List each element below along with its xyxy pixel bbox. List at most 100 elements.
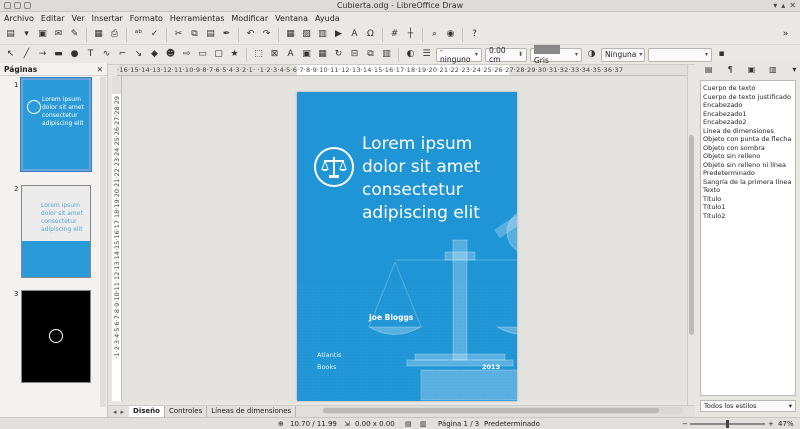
rotate-icon[interactable]: ↻ — [332, 48, 345, 61]
maximize-icon[interactable]: ▴ — [781, 1, 785, 10]
arrange-icon[interactable]: ⧉ — [364, 48, 377, 61]
style-item[interactable]: Objeto sin relleno — [703, 152, 793, 161]
area-fill-dropdown[interactable]: ▾ — [648, 47, 712, 62]
style-item[interactable]: Título — [703, 195, 793, 204]
spellcheck-icon[interactable]: ᵃᵇ — [132, 28, 145, 41]
style-item[interactable]: Objeto con punta de flecha — [703, 135, 793, 144]
fontwork-icon[interactable]: Ω — [364, 28, 377, 41]
page-thumbnail-3[interactable] — [21, 290, 91, 383]
area-icon[interactable]: ◑ — [585, 48, 598, 61]
menu-editar[interactable]: Editar — [41, 14, 65, 23]
styles-filter-dropdown[interactable]: Todos los estilos ▾ — [700, 400, 796, 412]
basic-shapes-icon[interactable]: ◆ — [148, 48, 161, 61]
style-item[interactable]: Objeto sin relleno ni línea — [703, 161, 793, 170]
style-item[interactable]: Cuerpo de texto justificado — [703, 93, 793, 102]
callouts-icon[interactable]: ▢ — [212, 48, 225, 61]
new-icon[interactable]: ▤ — [4, 28, 17, 41]
style-item[interactable]: Sangría de la primera línea — [703, 178, 793, 187]
glue-icon[interactable]: ⊠ — [268, 48, 281, 61]
undo-icon[interactable]: ↶ — [244, 28, 257, 41]
zoom-slider[interactable] — [690, 420, 765, 428]
zoom-icon[interactable]: ⌕ — [428, 28, 441, 41]
page-thumbnail-2[interactable]: Lorem ipsum dolor sit amet consectetur a… — [21, 185, 91, 278]
autospell-icon[interactable]: ✓ — [148, 28, 161, 41]
open-icon[interactable]: ▾ — [20, 28, 33, 41]
horizontal-scrollbar[interactable] — [322, 407, 682, 414]
cover-page[interactable]: Lorem ipsum dolor sit amet consectetur a… — [297, 92, 517, 401]
from-file-icon[interactable]: ▣ — [300, 48, 313, 61]
style-item[interactable]: Cuerpo de texto — [703, 84, 793, 93]
new-style-icon[interactable]: ▣ — [746, 64, 757, 77]
style-item[interactable]: Texto — [703, 186, 793, 195]
copy-icon[interactable]: ⧉ — [188, 28, 201, 41]
align-icon[interactable]: ⊟ — [348, 48, 361, 61]
paste-icon[interactable]: ▤ — [204, 28, 217, 41]
page-thumbnail-1[interactable]: Lorem ipsum dolor sit amet consectetur a… — [20, 77, 92, 172]
close-pane-icon[interactable]: ✕ — [97, 65, 103, 74]
menu-ayuda[interactable]: Ayuda — [315, 14, 340, 23]
zoom-in-icon[interactable]: + — [768, 420, 774, 428]
style-item[interactable]: Objeto con sombra — [703, 144, 793, 153]
gallery-icon[interactable]: ▦ — [316, 48, 329, 61]
style-item[interactable]: Encabezado2 — [703, 118, 793, 127]
print-icon[interactable]: ⎙ — [108, 28, 121, 41]
line-style-icon[interactable]: ☰ — [420, 48, 433, 61]
text-icon[interactable]: A — [348, 28, 361, 41]
line-style-dropdown[interactable]: - ninguno ▾ — [436, 46, 482, 64]
minimize-icon[interactable]: ▾ — [773, 1, 777, 10]
cover-publisher-line1[interactable]: Atlantis — [317, 351, 342, 359]
symbol-shapes-icon[interactable]: ☻ — [164, 48, 177, 61]
image-icon[interactable]: ▨ — [300, 28, 313, 41]
tab-diseno[interactable]: Diseño — [129, 406, 165, 417]
cover-year[interactable]: 2013 — [482, 363, 500, 371]
style-item[interactable]: Título2 — [703, 212, 793, 221]
connector-icon[interactable]: ⌐ — [116, 48, 129, 61]
table-icon[interactable]: ▦ — [284, 28, 297, 41]
style-item[interactable]: Encabezado — [703, 101, 793, 110]
shadow-icon[interactable]: ◐ — [404, 48, 417, 61]
grid-icon[interactable]: # — [388, 28, 401, 41]
helplines-icon[interactable]: ┼ — [404, 28, 417, 41]
menu-formato[interactable]: Formato — [130, 14, 163, 23]
fontwork-gallery-icon[interactable]: A — [284, 48, 297, 61]
style-item[interactable]: Título1 — [703, 203, 793, 212]
block-arrows-icon[interactable]: ⇨ — [180, 48, 193, 61]
last-tab-icon[interactable]: ▸ — [121, 408, 125, 416]
select-icon[interactable]: ↖ — [4, 48, 17, 61]
rectangle-icon[interactable]: ▬ — [52, 48, 65, 61]
tab-controles[interactable]: Controles — [165, 406, 208, 417]
export-pdf-icon[interactable]: ▦ — [92, 28, 105, 41]
status-zoom[interactable]: 47% — [778, 420, 794, 428]
pages-scrollbar[interactable] — [100, 77, 106, 407]
ellipse-icon[interactable]: ● — [68, 48, 81, 61]
cover-author[interactable]: Joe Bloggs — [369, 313, 413, 322]
edit-icon[interactable]: ✎ — [68, 28, 81, 41]
extrusion-icon[interactable]: ▥ — [380, 48, 393, 61]
movie-icon[interactable]: ▶ — [332, 28, 345, 41]
cover-publisher-line2[interactable]: Books — [317, 363, 337, 371]
cover-title[interactable]: Lorem ipsum dolor sit amet consectetur a… — [362, 133, 512, 225]
menu-herramientas[interactable]: Herramientas — [170, 14, 225, 23]
zoom-out-icon[interactable]: − — [682, 420, 688, 428]
styles-icon[interactable]: ¶ — [724, 64, 735, 77]
stars-icon[interactable]: ★ — [228, 48, 241, 61]
area-style-dropdown[interactable]: Ninguna ▾ — [601, 47, 645, 62]
menu-archivo[interactable]: Archivo — [4, 14, 34, 23]
flowchart-icon[interactable]: ▭ — [196, 48, 209, 61]
style-item[interactable]: Encabezado1 — [703, 110, 793, 119]
line-width-field[interactable]: 0.00 cm ⬍ — [485, 46, 527, 64]
style-item[interactable]: Predeterminado — [703, 169, 793, 178]
navigator-icon[interactable]: ◉ — [444, 28, 457, 41]
toolbar-end-icon[interactable]: » — [779, 28, 792, 41]
vertical-ruler[interactable]: ·1·2·3·4·5·6·7·8·9·10·11·12·13·14·15·16·… — [112, 76, 122, 401]
style-actions-icon[interactable]: ▾ — [789, 64, 800, 77]
help-icon[interactable]: ? — [468, 28, 481, 41]
menu-modificar[interactable]: Modificar — [231, 14, 268, 23]
first-tab-icon[interactable]: ◂ — [113, 408, 117, 416]
line-icon[interactable]: ╱ — [20, 48, 33, 61]
vertical-scrollbar[interactable] — [687, 65, 695, 405]
menu-ventana[interactable]: Ventana — [275, 14, 308, 23]
menu-ver[interactable]: Ver — [72, 14, 85, 23]
style-item[interactable]: Línea de dimensiones — [703, 127, 793, 136]
curve-icon[interactable]: ∿ — [100, 48, 113, 61]
